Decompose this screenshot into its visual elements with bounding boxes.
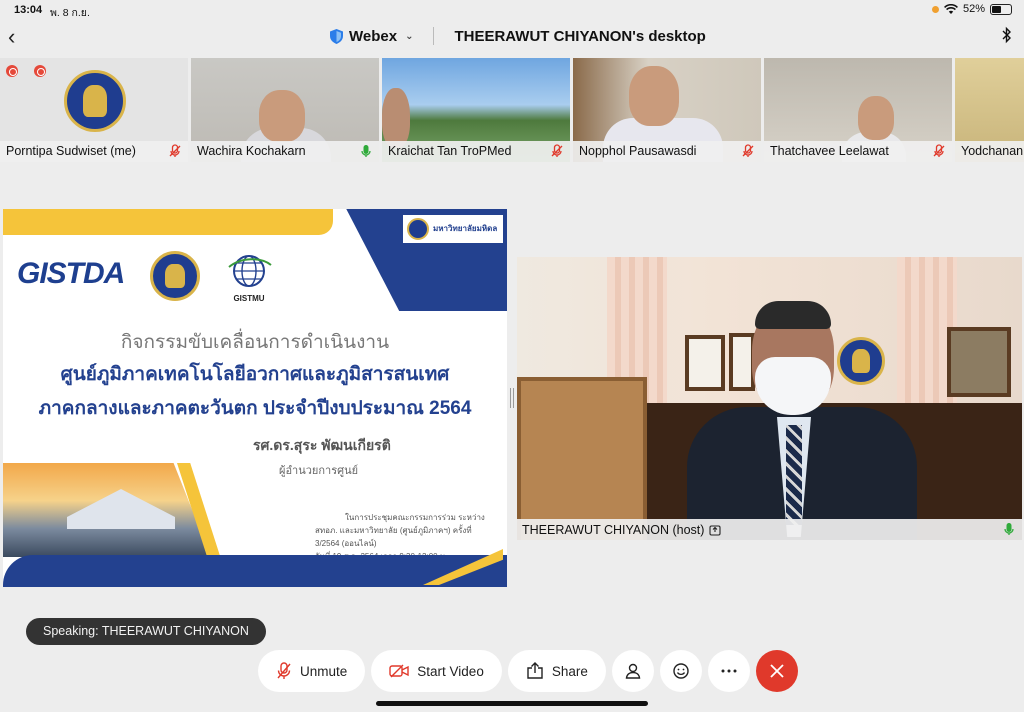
shared-content[interactable]: มหาวิทยาลัยมหิดล GISTDA GISTMU กิจกรรมขั… [3, 209, 507, 587]
participant-name: Kraichat Tan TroPMed [382, 141, 570, 162]
speaking-indicator: Speaking: THEERAWUT CHIYANON [26, 618, 266, 645]
reactions-button[interactable] [659, 650, 702, 692]
university-seal-logo [64, 70, 126, 132]
mic-in-use-indicator-icon [931, 5, 939, 13]
more-options-button[interactable] [707, 650, 750, 692]
university-seal-logo [150, 251, 200, 301]
sharing-screen-icon [709, 524, 721, 536]
portrait-frame [947, 327, 1011, 397]
active-speaker-video[interactable]: THEERAWUT CHIYANON (host) [517, 257, 1022, 540]
globe-icon [228, 255, 272, 287]
end-call-button[interactable] [755, 650, 798, 692]
status-bar: 13:04 พ. 8 ก.ย. 52% [0, 0, 1024, 20]
header-center: Webex ⌄ THEERAWUT CHIYANON's desktop [330, 27, 706, 45]
participant-name: Porntipa Sudwiset (me) [0, 141, 188, 162]
participant-video [259, 90, 305, 142]
participant-tile[interactable]: Nopphol Pausawasdi [573, 58, 761, 162]
mahidol-seal-icon [407, 218, 429, 240]
muted-mic-icon [277, 662, 291, 679]
recording-badge-icon [34, 65, 46, 77]
slide-heading-line2: ศูนย์ภูมิภาคเทคโนโลยีอวกาศและภูมิสารสนเท… [60, 364, 450, 385]
muted-mic-icon [551, 144, 563, 157]
participant-video [382, 88, 410, 148]
photo-frame [685, 335, 725, 391]
speaker-tie [786, 425, 802, 525]
participant-name: Wachira Kochakarn [191, 141, 379, 162]
participant-name: Thatchavee Leelawat [764, 141, 952, 162]
participant-tile[interactable]: Kraichat Tan TroPMed [382, 58, 570, 162]
mahidol-logo-text: มหาวิทยาลัยมหิดล [433, 224, 498, 233]
mahidol-logo: มหาวิทยาลัยมหิดล [403, 215, 503, 243]
footnote-line: ในการประชุมคณะกรรมการร่วม ระหว่าง [345, 513, 485, 522]
slide-top-bar [3, 209, 333, 235]
participant-tile[interactable]: Porntipa Sudwiset (me) [0, 58, 188, 162]
footnote-line: สทอภ. และมหาวิทยาลัย (ศูนย์ภูมิภาคฯ) ครั… [315, 526, 472, 548]
home-indicator[interactable] [376, 701, 648, 706]
split-view-handle[interactable] [510, 388, 514, 408]
active-speaker-label: THEERAWUT CHIYANON (host) [517, 519, 1022, 540]
status-time: 13:04 [14, 4, 43, 16]
participants-button[interactable] [611, 650, 654, 692]
university-seal-logo [837, 337, 885, 385]
gistda-logo: GISTDA [17, 257, 125, 290]
bluetooth-icon [1002, 26, 1011, 44]
share-button[interactable]: Share [507, 650, 606, 692]
muted-mic-icon [169, 144, 181, 157]
more-dots-icon [721, 669, 737, 673]
slide-presenter: รศ.ดร.สุระ พัฒนเกียรติ [253, 437, 391, 453]
smiley-icon [673, 663, 689, 679]
wifi-icon [944, 3, 958, 14]
slide-heading-line1: กิจกรรมขับเคลื่อนการดำเนินงาน [120, 332, 390, 353]
participant-name: Nopphol Pausawasdi [573, 141, 761, 162]
gistmu-label: GISTMU [233, 294, 265, 303]
muted-mic-icon [742, 144, 754, 157]
speaker-hair [755, 301, 831, 329]
slide-heading-line3: ภาคกลางและภาคตะวันตก ประจำปีงบประมาณ 256… [38, 398, 472, 419]
unmute-label: Unmute [300, 663, 348, 679]
chevron-down-icon[interactable]: ⌄ [405, 31, 413, 42]
back-chevron-icon[interactable]: ‹ [8, 24, 15, 50]
mic-on-icon [361, 145, 371, 157]
close-icon [770, 664, 784, 678]
participant-tile[interactable]: Wachira Kochakarn [191, 58, 379, 162]
participant-name: Yodchanan [955, 141, 1024, 162]
participant-tile[interactable]: Yodchanan [955, 58, 1024, 162]
slide-presenter-role: ผู้อำนวยการศูนย์ [279, 465, 359, 477]
start-video-button[interactable]: Start Video [371, 650, 502, 692]
battery-fill [992, 5, 1001, 13]
meeting-header: ‹ Webex ⌄ THEERAWUT CHIYANON's desktop [0, 20, 1024, 54]
recording-badge-icon [6, 65, 18, 77]
share-icon [527, 662, 543, 679]
battery-icon [990, 3, 1012, 15]
status-right: 52% [931, 3, 1012, 15]
participant-strip[interactable]: Porntipa Sudwiset (me) Wachira Kochakarn… [0, 58, 1024, 162]
start-video-label: Start Video [417, 663, 484, 679]
muted-mic-icon [933, 144, 945, 157]
status-date: พ. 8 ก.ย. [50, 7, 90, 19]
unmute-button[interactable]: Unmute [258, 650, 366, 692]
battery-percent: 52% [962, 3, 985, 15]
background-shelf [517, 377, 647, 540]
active-speaker-name: THEERAWUT CHIYANON (host) [522, 522, 705, 537]
header-divider [433, 27, 435, 45]
participant-video [858, 96, 894, 140]
app-name-dropdown[interactable]: Webex [349, 28, 397, 45]
meeting-controls: Unmute Start Video Share [258, 650, 798, 692]
gistmu-logo: GISTMU [223, 251, 275, 303]
participants-icon [625, 663, 641, 679]
video-off-icon [389, 664, 409, 678]
participant-video [629, 66, 679, 126]
participant-tile[interactable]: Thatchavee Leelawat [764, 58, 952, 162]
secure-shield-icon [330, 28, 343, 44]
share-label: Share [551, 663, 588, 679]
meeting-title: THEERAWUT CHIYANON's desktop [454, 27, 706, 45]
mic-on-icon [1004, 523, 1014, 535]
